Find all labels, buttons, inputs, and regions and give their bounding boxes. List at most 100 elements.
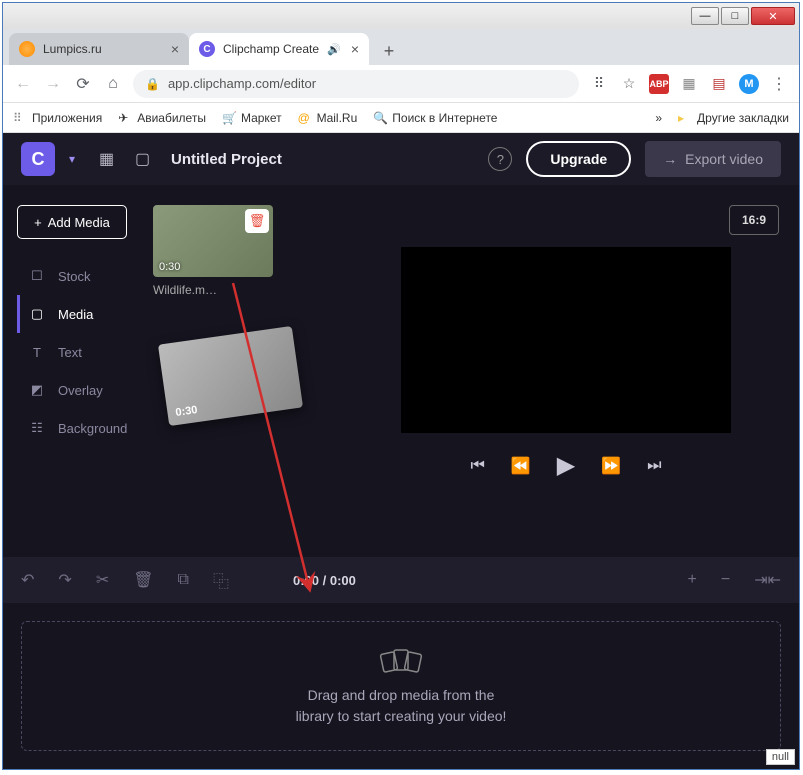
pdf-icon[interactable]: ▤ [709,74,729,94]
window-close-button[interactable]: ✕ [751,7,795,25]
cart-icon: 🛒 [222,111,236,125]
add-media-button[interactable]: + Add Media [17,205,127,239]
project-title[interactable]: Untitled Project [171,151,474,168]
sidebar-item-text[interactable]: TText [17,333,153,371]
more-bookmarks[interactable]: » [655,111,662,125]
skip-end-button[interactable]: ⏭ [647,457,661,475]
upgrade-button[interactable]: Upgrade [526,141,631,177]
reload-button[interactable]: ⟳ [73,74,93,94]
plane-icon: ✈ [118,111,132,125]
dragging-clip-duration: 0:30 [175,404,198,419]
mail-bookmark[interactable]: @Mail.Ru [298,111,358,125]
favicon-clipchamp: C [199,41,215,57]
lock-icon: 🔒 [145,77,160,91]
export-arrow-icon: → [663,151,677,167]
tab-label: Lumpics.ru [43,42,102,56]
layers-icon: ☷ [28,420,46,436]
plus-icon: + [34,215,42,230]
browser-tabs: Lumpics.ru × C Clipchamp Create 🔊 × + [3,29,799,65]
duplicate-button[interactable]: ⿻ [213,568,229,592]
thumbnail-filename: Wildlife.m… [153,283,313,297]
bookmarks-bar: ⠿Приложения ✈Авиабилеты 🛒Маркет @Mail.Ru… [3,103,799,133]
playback-controls: ⏮ ⏪ ▶ ⏩ ⏭ [353,451,779,480]
profile-avatar[interactable]: M [739,74,759,94]
fit-button[interactable]: ⇥⇤ [754,570,781,590]
zoom-out-button[interactable]: − [721,571,730,589]
url-text: app.clipchamp.com/editor [168,76,316,91]
tab-audio-icon[interactable]: 🔊 [327,43,341,56]
undo-button[interactable]: ↶ [21,570,34,590]
text-icon: T [28,345,46,360]
favicon-lumpics [19,41,35,57]
sidebar: + Add Media ☐Stock ▢Media TText ◩Overlay… [3,185,153,557]
search-bookmark[interactable]: 🔍Поиск в Интернете [373,111,497,125]
media-cards-icon [376,645,426,675]
timeline-toolbar: ↶ ↷ ✂ 🗑 ⧉ ⿻ 0:00 / 0:00 + − ⇥⇤ [3,557,799,603]
help-button[interactable]: ? [488,147,512,171]
folder-icon: ▸ [678,111,692,125]
window-minimize-button[interactable]: — [691,7,719,25]
extension-icon[interactable]: ▦ [679,74,699,94]
browser-tab-lumpics[interactable]: Lumpics.ru × [9,33,189,65]
tab-close-icon[interactable]: × [171,41,179,57]
cut-button[interactable]: ✂ [96,570,109,590]
filmstrip-icon[interactable]: ▦ [99,149,121,169]
skip-start-button[interactable]: ⏮ [470,457,484,475]
overlay-icon: ◩ [28,382,46,398]
rewind-button[interactable]: ⏪ [511,456,531,476]
sidebar-item-overlay[interactable]: ◩Overlay [17,371,153,409]
dragging-clip[interactable]: 0:30 [158,326,303,426]
logo-dropdown-icon[interactable]: ▾ [69,152,85,166]
dropzone-text: Drag and drop media from the library to … [296,685,507,727]
media-thumbnail[interactable]: 🗑 0:30 [153,205,273,277]
timeline-time: 0:00 / 0:00 [293,573,356,588]
clipchamp-app: C ▾ ▦ ▢ Untitled Project ? Upgrade → Exp… [3,133,799,769]
app-logo[interactable]: C [21,142,55,176]
market-bookmark[interactable]: 🛒Маркет [222,111,282,125]
url-field[interactable]: 🔒 app.clipchamp.com/editor [133,70,579,98]
translate-icon[interactable]: ⠿ [589,74,609,94]
play-button[interactable]: ▶ [557,451,575,480]
window-titlebar: — □ ✕ [3,3,799,29]
address-bar: ← → ⟳ ⌂ 🔒 app.clipchamp.com/editor ⠿ ☆ A… [3,65,799,103]
sidebar-item-media[interactable]: ▢Media [17,295,153,333]
new-tab-button[interactable]: + [375,37,403,65]
preview-panel: 16:9 ⏮ ⏪ ▶ ⏩ ⏭ [323,185,799,557]
adblock-icon[interactable]: ABP [649,74,669,94]
apps-icon: ⠿ [13,111,27,125]
tab-close-icon[interactable]: × [351,41,359,57]
file-icon: ▢ [28,306,46,322]
star-icon[interactable]: ☆ [619,74,639,94]
sidebar-item-background[interactable]: ☷Background [17,409,153,447]
tab-label: Clipchamp Create [223,42,319,56]
menu-button[interactable]: ⋮ [769,74,789,94]
export-button[interactable]: → Export video [645,141,781,177]
thumbnail-duration: 0:30 [159,261,180,273]
null-badge: null [766,749,795,765]
other-bookmarks[interactable]: ▸Другие закладки [678,111,789,125]
delete-thumbnail-button[interactable]: 🗑 [245,209,269,233]
search-icon: 🔍 [373,111,387,125]
zoom-in-button[interactable]: + [688,571,697,589]
document-icon[interactable]: ▢ [135,149,157,169]
home-button[interactable]: ⌂ [103,74,123,94]
box-icon: ☐ [28,268,46,284]
forward-button[interactable]: → [43,74,63,94]
delete-button[interactable]: 🗑 [133,570,153,590]
media-panel: 🗑 0:30 Wildlife.m… 0:30 [153,185,323,557]
video-preview[interactable] [401,247,731,433]
timeline-dropzone[interactable]: Drag and drop media from the library to … [21,621,781,751]
mail-icon: @ [298,111,312,125]
avia-bookmark[interactable]: ✈Авиабилеты [118,111,206,125]
sidebar-item-stock[interactable]: ☐Stock [17,257,153,295]
browser-tab-clipchamp[interactable]: C Clipchamp Create 🔊 × [189,33,369,65]
trash-icon: 🗑 [249,213,266,229]
app-header: C ▾ ▦ ▢ Untitled Project ? Upgrade → Exp… [3,133,799,185]
forward-button[interactable]: ⏩ [601,456,621,476]
copy-button[interactable]: ⧉ [178,571,189,589]
window-maximize-button[interactable]: □ [721,7,749,25]
aspect-ratio-button[interactable]: 16:9 [729,205,779,235]
redo-button[interactable]: ↷ [58,570,71,590]
apps-bookmark[interactable]: ⠿Приложения [13,111,102,125]
back-button[interactable]: ← [13,74,33,94]
